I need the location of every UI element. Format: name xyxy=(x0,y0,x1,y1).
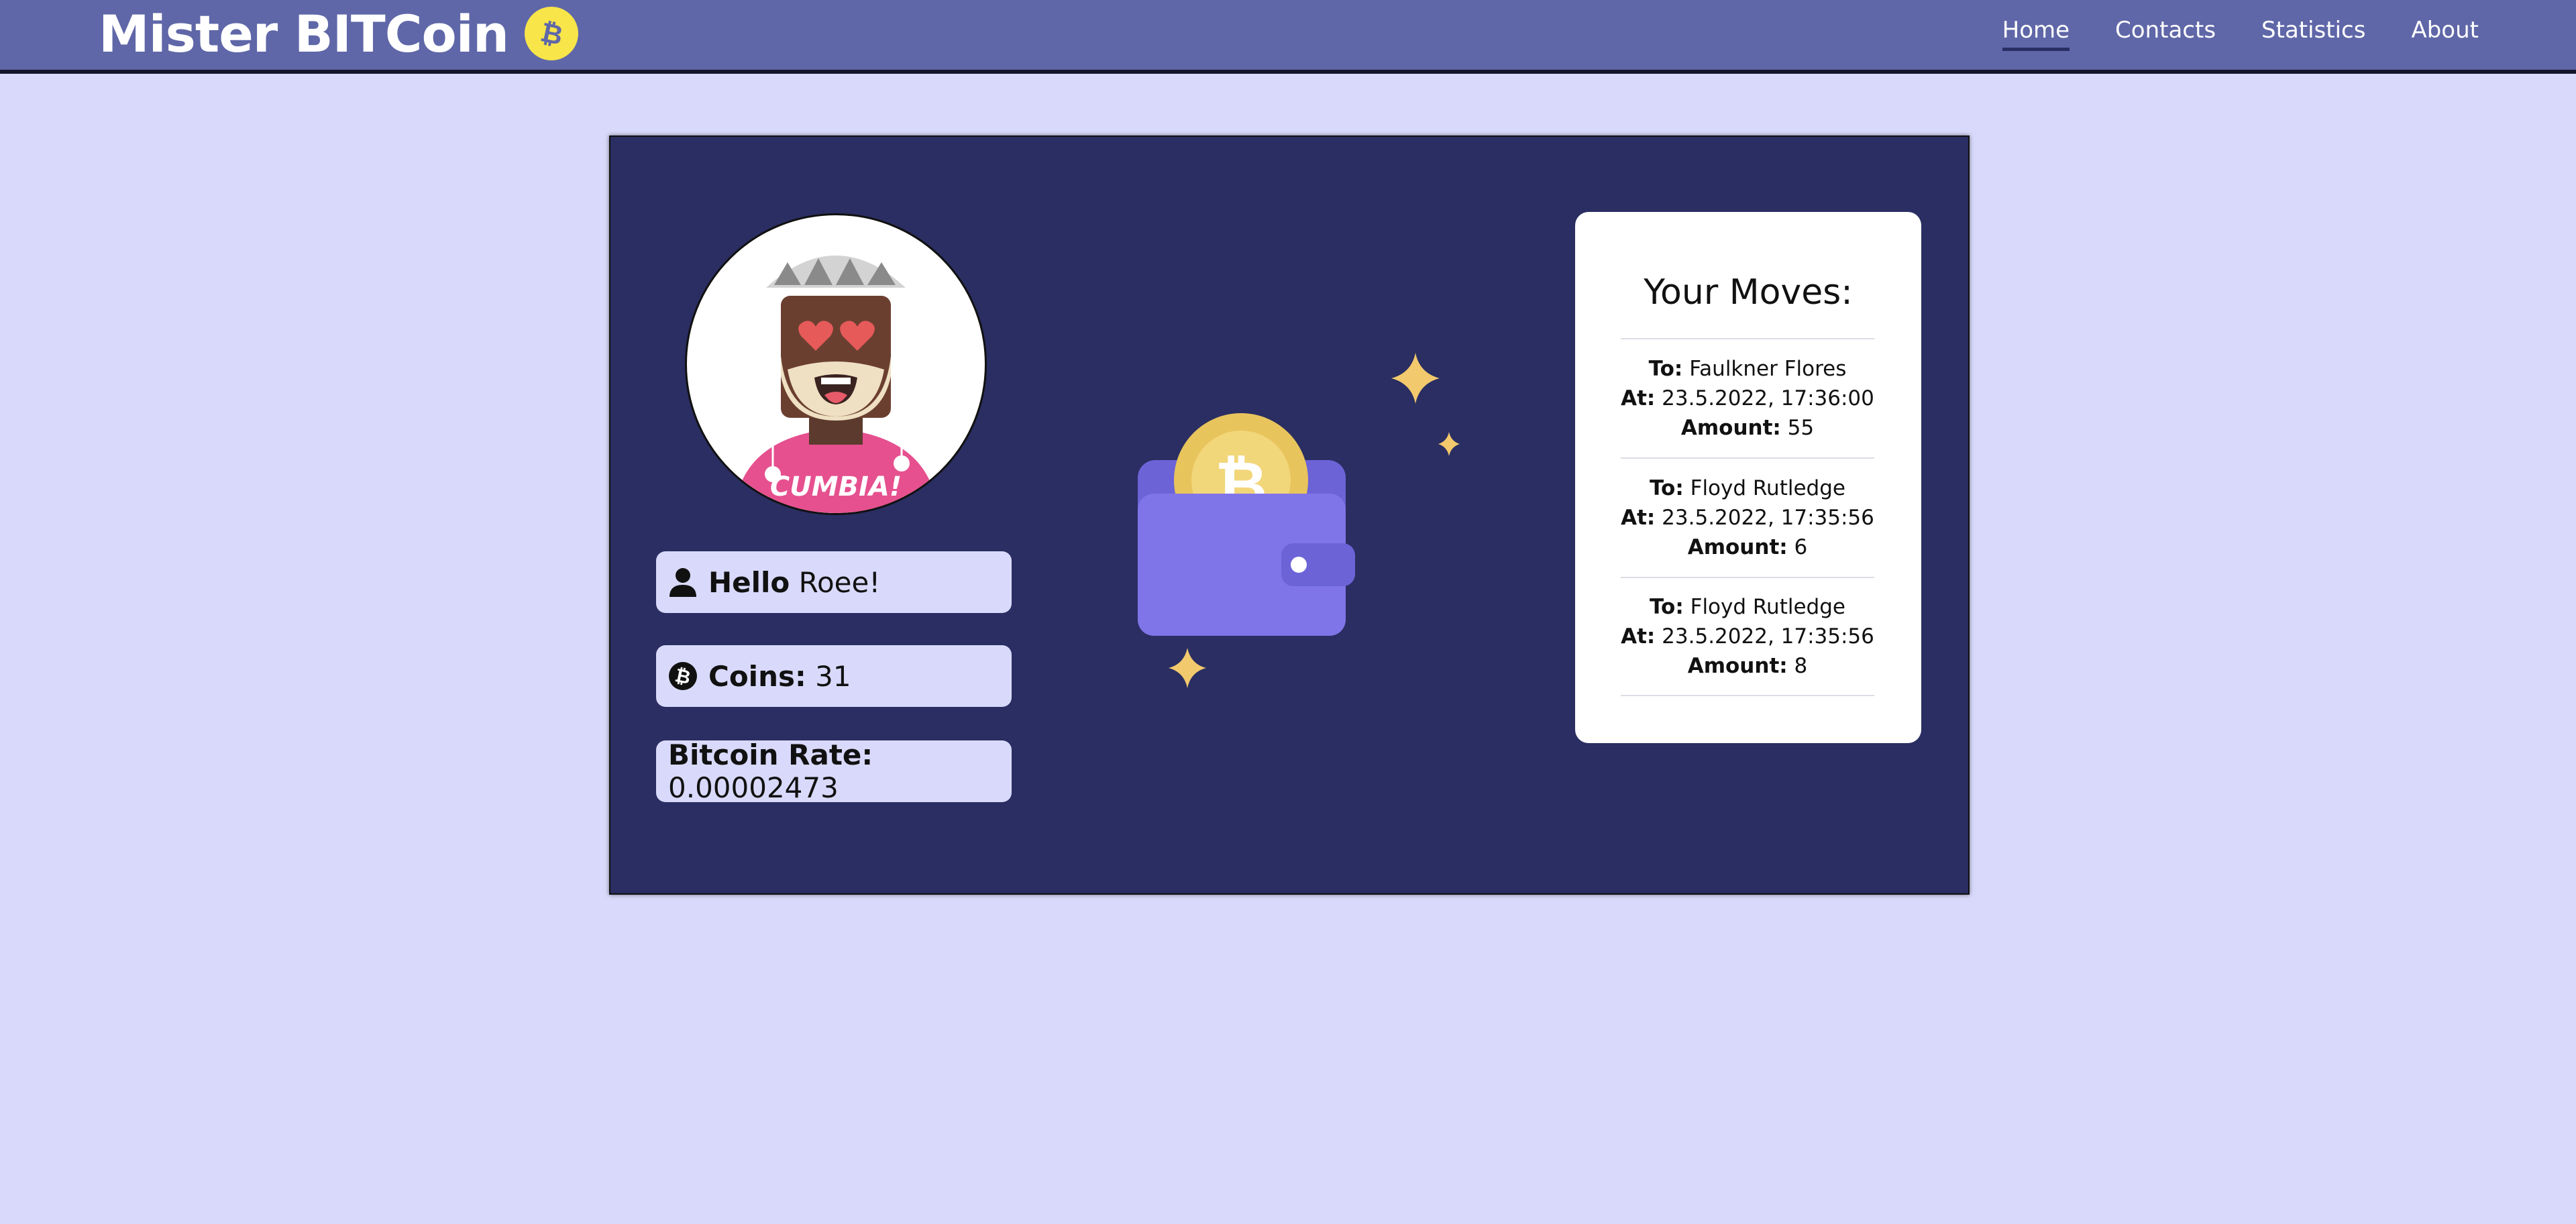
rate-panel: Bitcoin Rate: 0.00002473 xyxy=(656,738,1012,804)
move-amount: 55 xyxy=(1787,416,1815,440)
move-item: To: Floyd Rutledge At: 23.5.2022, 17:35:… xyxy=(1621,577,1874,696)
to-label: To: xyxy=(1650,595,1684,619)
hello-label: Hello xyxy=(708,565,790,599)
moves-panel: Your Moves: To: Faulkner Flores At: 23.5… xyxy=(1575,212,1921,743)
amount-label: Amount: xyxy=(1687,654,1788,678)
move-amount: 6 xyxy=(1794,535,1808,559)
nav-contacts-link[interactable]: Contacts xyxy=(2115,17,2216,51)
amount-label: Amount: xyxy=(1680,416,1781,440)
nav-home-link[interactable]: Home xyxy=(2002,17,2070,51)
shirt-text: CUMBIA! xyxy=(770,471,902,502)
move-to: Floyd Rutledge xyxy=(1690,476,1845,500)
bitcoin-icon: ₿ xyxy=(524,7,578,60)
main-nav: Home Contacts Statistics About xyxy=(2002,0,2479,67)
user-name: Roee! xyxy=(798,565,881,599)
move-at: 23.5.2022, 17:35:56 xyxy=(1662,624,1874,649)
coins-panel: ₿ Coins: 31 xyxy=(656,645,1012,707)
nav-statistics-link[interactable]: Statistics xyxy=(2261,17,2365,51)
rate-label: Bitcoin Rate: xyxy=(668,738,873,771)
move-to: Floyd Rutledge xyxy=(1690,595,1845,619)
nav-about-link[interactable]: About xyxy=(2411,17,2479,51)
svg-text:₿: ₿ xyxy=(537,17,564,51)
moves-list: To: Faulkner Flores At: 23.5.2022, 17:36… xyxy=(1621,338,1874,696)
home-card: CUMBIA! Hello Roee! ₿ Coins: 31 Bitcoin … xyxy=(609,135,1970,895)
to-label: To: xyxy=(1648,357,1683,381)
at-label: At: xyxy=(1621,506,1656,530)
top-header: Mister BITCoin ₿ Home Contacts Statistic… xyxy=(0,0,2576,74)
at-label: At: xyxy=(1621,624,1656,649)
brand-title: Mister BITCoin xyxy=(99,3,509,64)
move-item: To: Floyd Rutledge At: 23.5.2022, 17:35:… xyxy=(1621,457,1874,577)
move-amount: 8 xyxy=(1794,654,1808,678)
to-label: To: xyxy=(1650,476,1684,500)
coins-label: Coins: xyxy=(708,659,806,693)
bitcoin-icon: ₿ xyxy=(668,661,698,691)
coins-value: 31 xyxy=(815,659,851,693)
amount-label: Amount: xyxy=(1687,535,1788,559)
brand-logo[interactable]: Mister BITCoin ₿ xyxy=(99,3,578,64)
move-at: 23.5.2022, 17:35:56 xyxy=(1662,506,1874,530)
wallet-illustration: ₿ xyxy=(1127,353,1476,688)
user-avatar: CUMBIA! xyxy=(685,213,987,515)
hello-panel: Hello Roee! xyxy=(656,551,1012,613)
at-label: At: xyxy=(1621,386,1656,410)
move-to: Faulkner Flores xyxy=(1689,357,1847,381)
user-icon xyxy=(668,567,698,597)
move-item: To: Faulkner Flores At: 23.5.2022, 17:36… xyxy=(1621,338,1874,457)
moves-title: Your Moves: xyxy=(1644,272,1853,313)
move-at: 23.5.2022, 17:36:00 xyxy=(1662,386,1874,410)
rate-value: 0.00002473 xyxy=(668,771,839,804)
